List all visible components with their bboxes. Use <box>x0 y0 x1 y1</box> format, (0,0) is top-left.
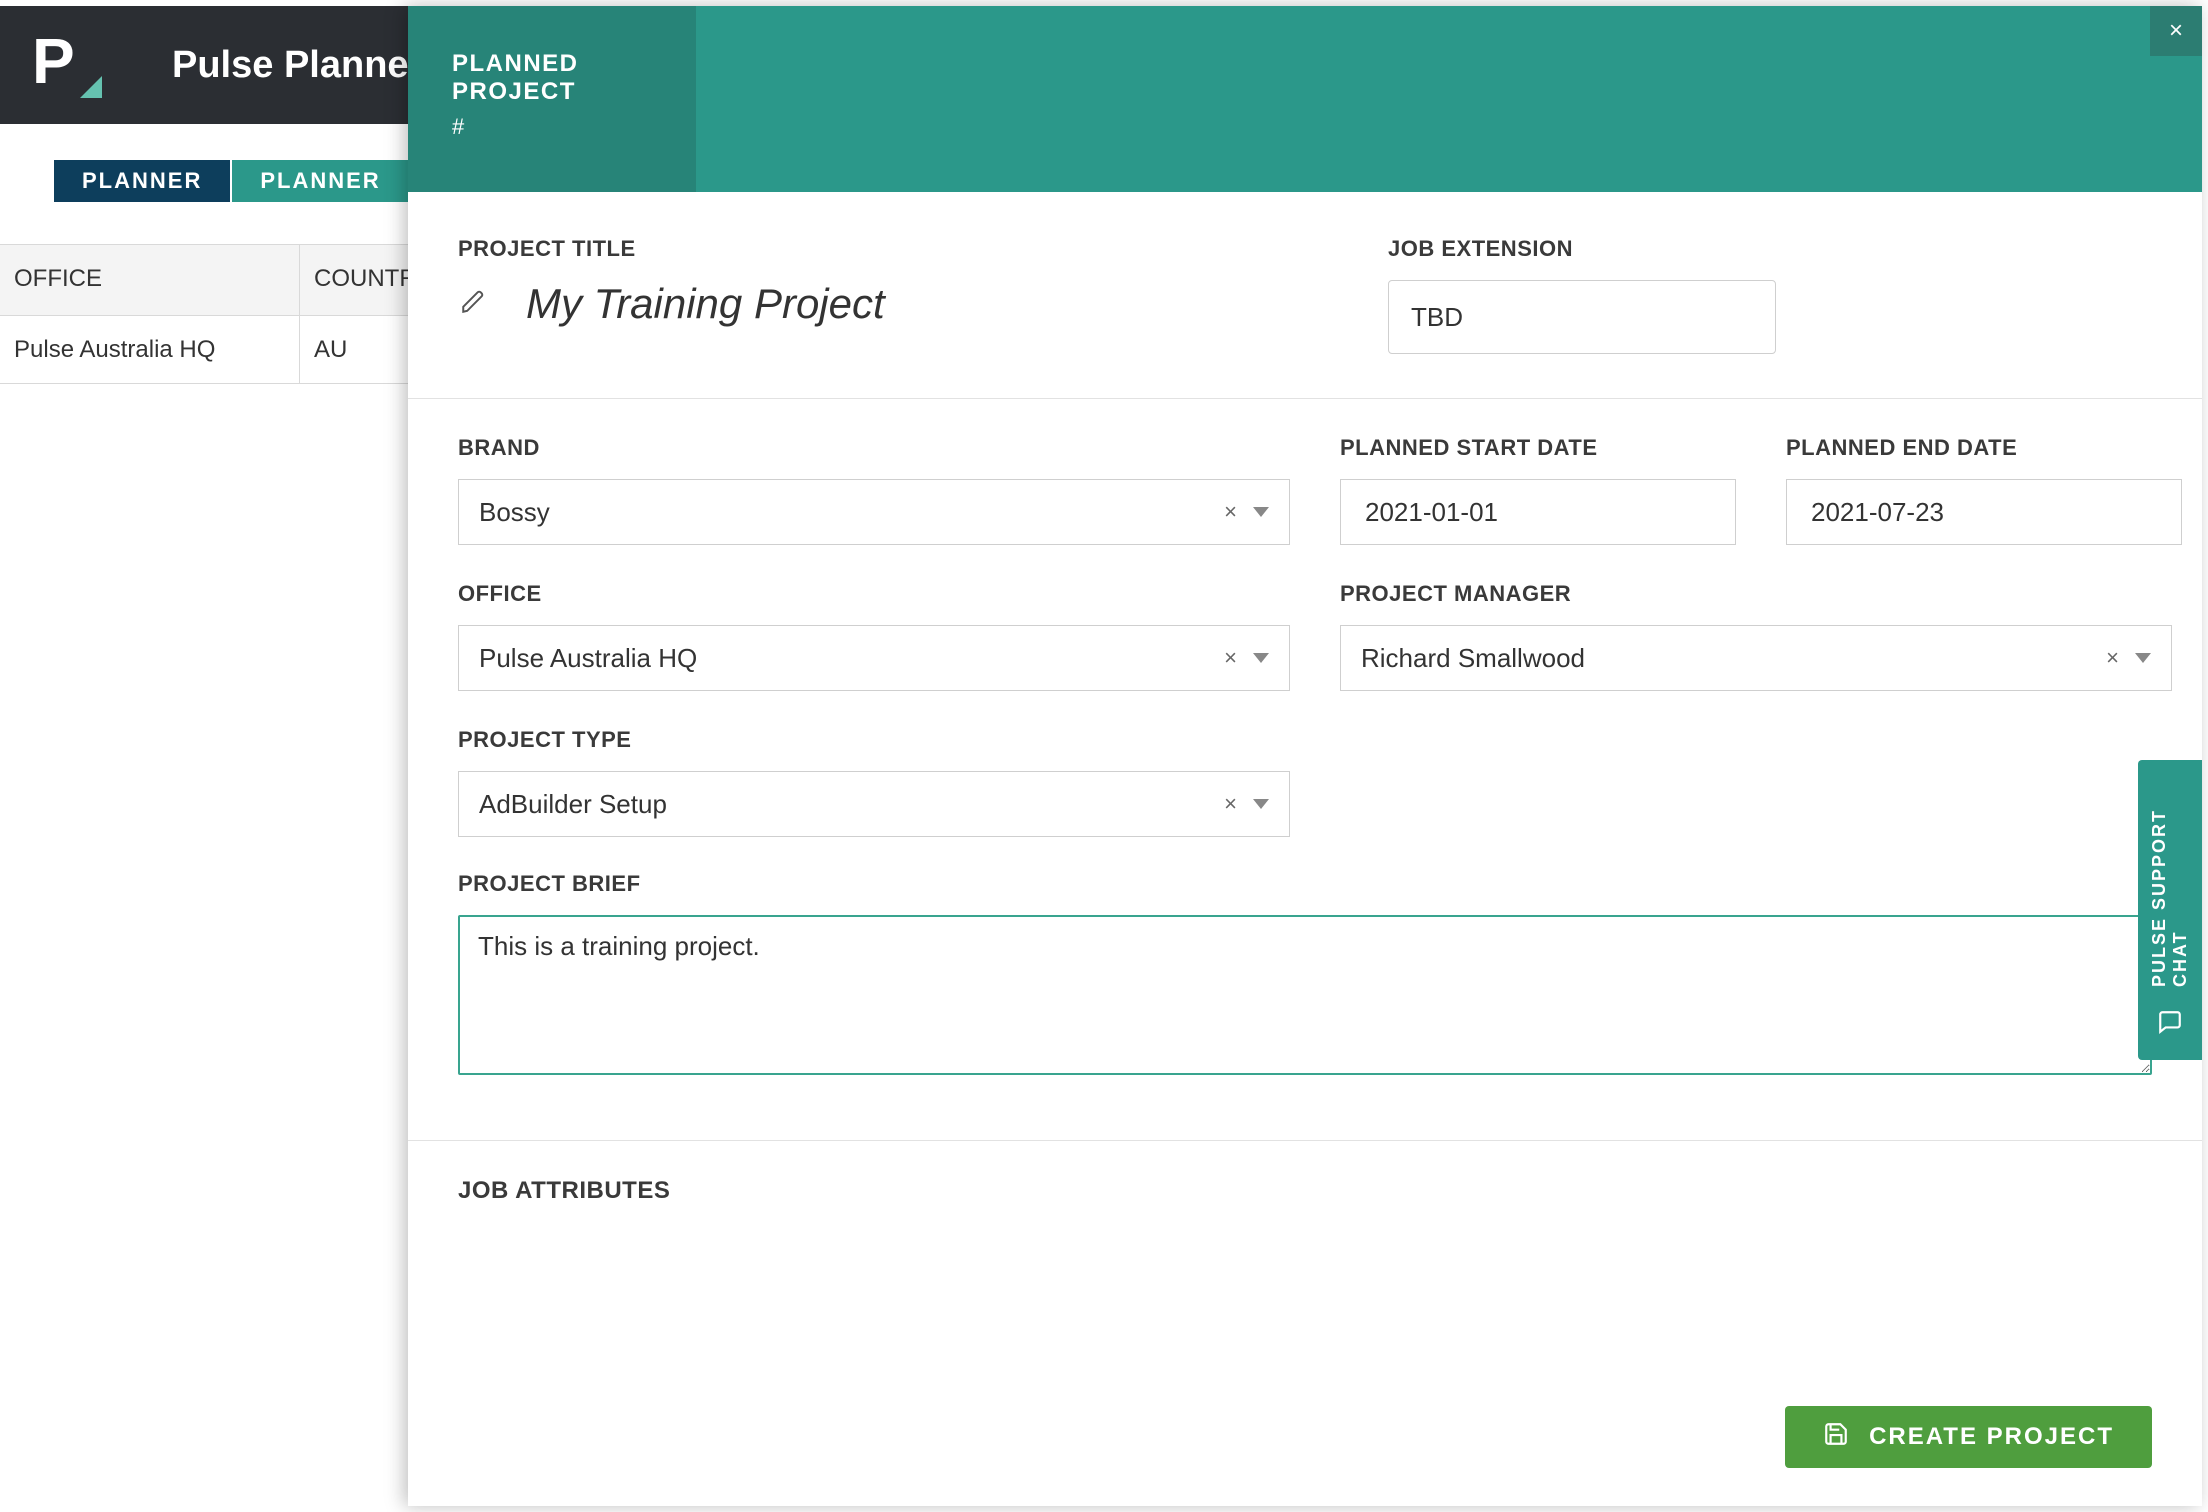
panel-title: PLANNED PROJECT <box>452 50 696 106</box>
project-brief-textarea[interactable] <box>458 915 2152 1075</box>
project-title-label: PROJECT TITLE <box>458 236 1348 262</box>
support-chat-tab[interactable]: PULSE SUPPORT CHAT <box>2138 760 2202 1060</box>
app-header: P Pulse Planne <box>0 6 420 124</box>
project-brief-group: PROJECT BRIEF <box>458 871 2152 1080</box>
cell-office: Pulse Australia HQ <box>0 316 300 383</box>
brand-group: BRAND Bossy × <box>458 435 1290 545</box>
close-icon: × <box>2169 17 2183 45</box>
project-type-value: AdBuilder Setup <box>479 789 667 820</box>
edit-title-button[interactable] <box>458 289 488 319</box>
cell-country: AU <box>300 316 420 383</box>
end-date-value: 2021-07-23 <box>1811 497 1944 528</box>
project-manager-group: PROJECT MANAGER Richard Smallwood × <box>1340 581 2172 691</box>
col-header-country: COUNTRY <box>300 245 420 315</box>
panel-header: PLANNED PROJECT # × <box>408 6 2202 192</box>
brand-select[interactable]: Bossy × <box>458 479 1290 545</box>
close-button[interactable]: × <box>2150 6 2202 56</box>
app-title: Pulse Planne <box>172 44 409 87</box>
project-manager-select[interactable]: Richard Smallwood × <box>1340 625 2172 691</box>
end-date-input[interactable]: 2021-07-23 <box>1786 479 2182 545</box>
project-title-value[interactable]: My Training Project <box>526 280 885 328</box>
job-attributes-label: JOB ATTRIBUTES <box>458 1177 2152 1205</box>
office-select[interactable]: Pulse Australia HQ × <box>458 625 1290 691</box>
start-date-value: 2021-01-01 <box>1365 497 1498 528</box>
support-chat-label: PULSE SUPPORT CHAT <box>2149 780 2191 987</box>
save-icon <box>1823 1421 1849 1454</box>
chevron-down-icon <box>1253 507 1269 517</box>
project-type-label: PROJECT TYPE <box>458 727 1290 753</box>
chevron-down-icon <box>1253 799 1269 809</box>
project-type-group: PROJECT TYPE AdBuilder Setup × <box>458 727 1290 837</box>
job-extension-label: JOB EXTENSION <box>1388 236 2152 262</box>
project-manager-label: PROJECT MANAGER <box>1340 581 2172 607</box>
end-date-group: PLANNED END DATE 2021-07-23 <box>1786 435 2182 545</box>
chevron-down-icon <box>2135 653 2151 663</box>
project-title-group: PROJECT TITLE My Training Project <box>458 236 1348 354</box>
project-brief-label: PROJECT BRIEF <box>458 871 2152 897</box>
pencil-icon <box>460 289 486 320</box>
job-extension-input[interactable]: TBD <box>1388 280 1776 354</box>
chat-icon <box>2157 1009 2183 1040</box>
panel-subtitle: # <box>452 114 696 140</box>
tab-planner-1[interactable]: PLANNER <box>54 160 230 202</box>
job-extension-value: TBD <box>1411 302 1463 333</box>
chevron-down-icon <box>1253 653 1269 663</box>
project-type-select[interactable]: AdBuilder Setup × <box>458 771 1290 837</box>
type-clear-icon[interactable]: × <box>1214 791 1247 817</box>
office-group: OFFICE Pulse Australia HQ × <box>458 581 1290 691</box>
pm-clear-icon[interactable]: × <box>2096 645 2129 671</box>
create-project-label: CREATE PROJECT <box>1869 1423 2114 1451</box>
col-header-office: OFFICE <box>0 245 300 315</box>
create-project-button[interactable]: CREATE PROJECT <box>1785 1406 2152 1468</box>
app-logo: P <box>32 30 102 100</box>
tab-strip: PLANNER PLANNER <box>54 160 409 202</box>
brand-value: Bossy <box>479 497 550 528</box>
brand-label: BRAND <box>458 435 1290 461</box>
project-manager-value: Richard Smallwood <box>1361 643 1585 674</box>
end-date-label: PLANNED END DATE <box>1786 435 2182 461</box>
brand-clear-icon[interactable]: × <box>1214 499 1247 525</box>
table-row[interactable]: Pulse Australia HQ AU <box>0 316 420 384</box>
office-clear-icon[interactable]: × <box>1214 645 1247 671</box>
start-date-label: PLANNED START DATE <box>1340 435 1736 461</box>
background-table: OFFICE COUNTRY Pulse Australia HQ AU <box>0 244 420 384</box>
start-date-input[interactable]: 2021-01-01 <box>1340 479 1736 545</box>
office-value: Pulse Australia HQ <box>479 643 697 674</box>
start-date-group: PLANNED START DATE 2021-01-01 <box>1340 435 1736 545</box>
create-project-panel: PLANNED PROJECT # × PROJECT TITLE <box>408 6 2202 1506</box>
job-extension-group: JOB EXTENSION TBD <box>1388 236 2152 354</box>
tab-planner-2[interactable]: PLANNER <box>232 160 408 202</box>
office-label: OFFICE <box>458 581 1290 607</box>
